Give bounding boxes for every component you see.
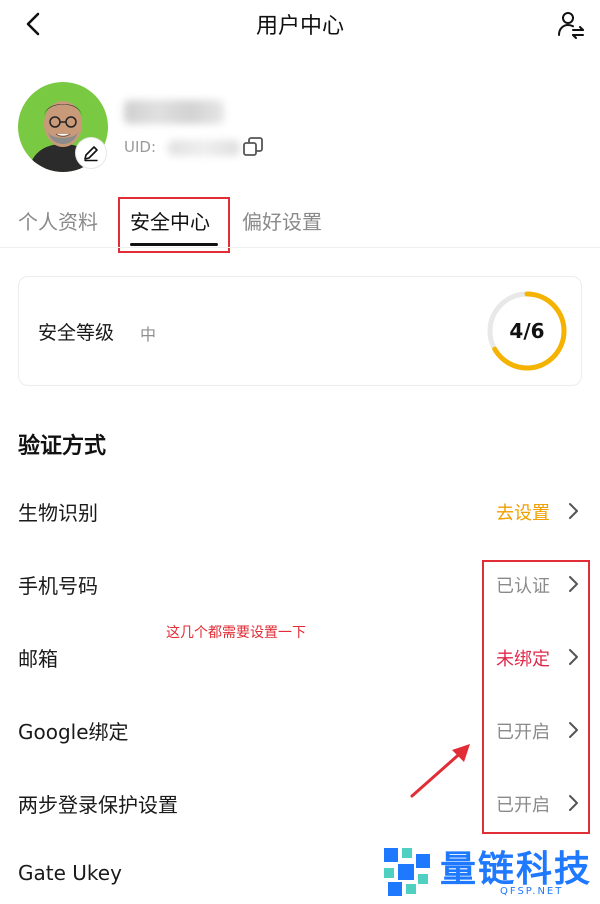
uid-label: UID: (124, 138, 157, 156)
verification-item-label[interactable]: 两步登录保护设置 (18, 789, 178, 818)
user-switch-icon (558, 12, 584, 39)
pencil-icon (84, 146, 98, 162)
section-title: 验证方式 (18, 434, 107, 459)
edit-avatar-button[interactable] (76, 138, 106, 168)
switch-account-button[interactable] (556, 10, 586, 40)
verification-item-status[interactable]: 去设置 (496, 499, 550, 525)
annotation-status-highlight (482, 560, 590, 834)
watermark-logo (378, 842, 436, 900)
verification-item-label[interactable]: Google绑定 (18, 716, 129, 745)
verification-item-label[interactable]: 手机号码 (18, 570, 98, 599)
security-score-ring: 4/6 (486, 290, 568, 372)
verification-item-label[interactable]: 邮箱 (18, 643, 58, 672)
uid-value-redacted (168, 140, 240, 156)
tab-profile[interactable]: 个人资料 (18, 206, 98, 235)
annotation-arrow (408, 740, 474, 800)
watermark-subtext: QFSP.NET (500, 886, 564, 897)
annotation-note: 这几个都需要设置一下 (166, 625, 306, 641)
security-level-value: 中 (140, 325, 157, 344)
chevron-right-icon[interactable] (566, 501, 580, 521)
watermark-text: 量链科技 (440, 849, 593, 890)
security-score-text: 4/6 (509, 319, 544, 343)
divider (0, 247, 600, 248)
copy-uid-button[interactable] (242, 136, 264, 158)
username-redacted (124, 100, 224, 124)
page-title: 用户中心 (255, 14, 344, 39)
verification-item-label[interactable]: Gate Ukey (18, 861, 122, 885)
verification-item-label[interactable]: 生物识别 (18, 497, 98, 526)
tab-preferences[interactable]: 偏好设置 (242, 206, 322, 235)
security-level-label: 安全等级 (38, 322, 115, 344)
copy-icon (243, 137, 263, 156)
annotation-tab-highlight (118, 197, 230, 253)
